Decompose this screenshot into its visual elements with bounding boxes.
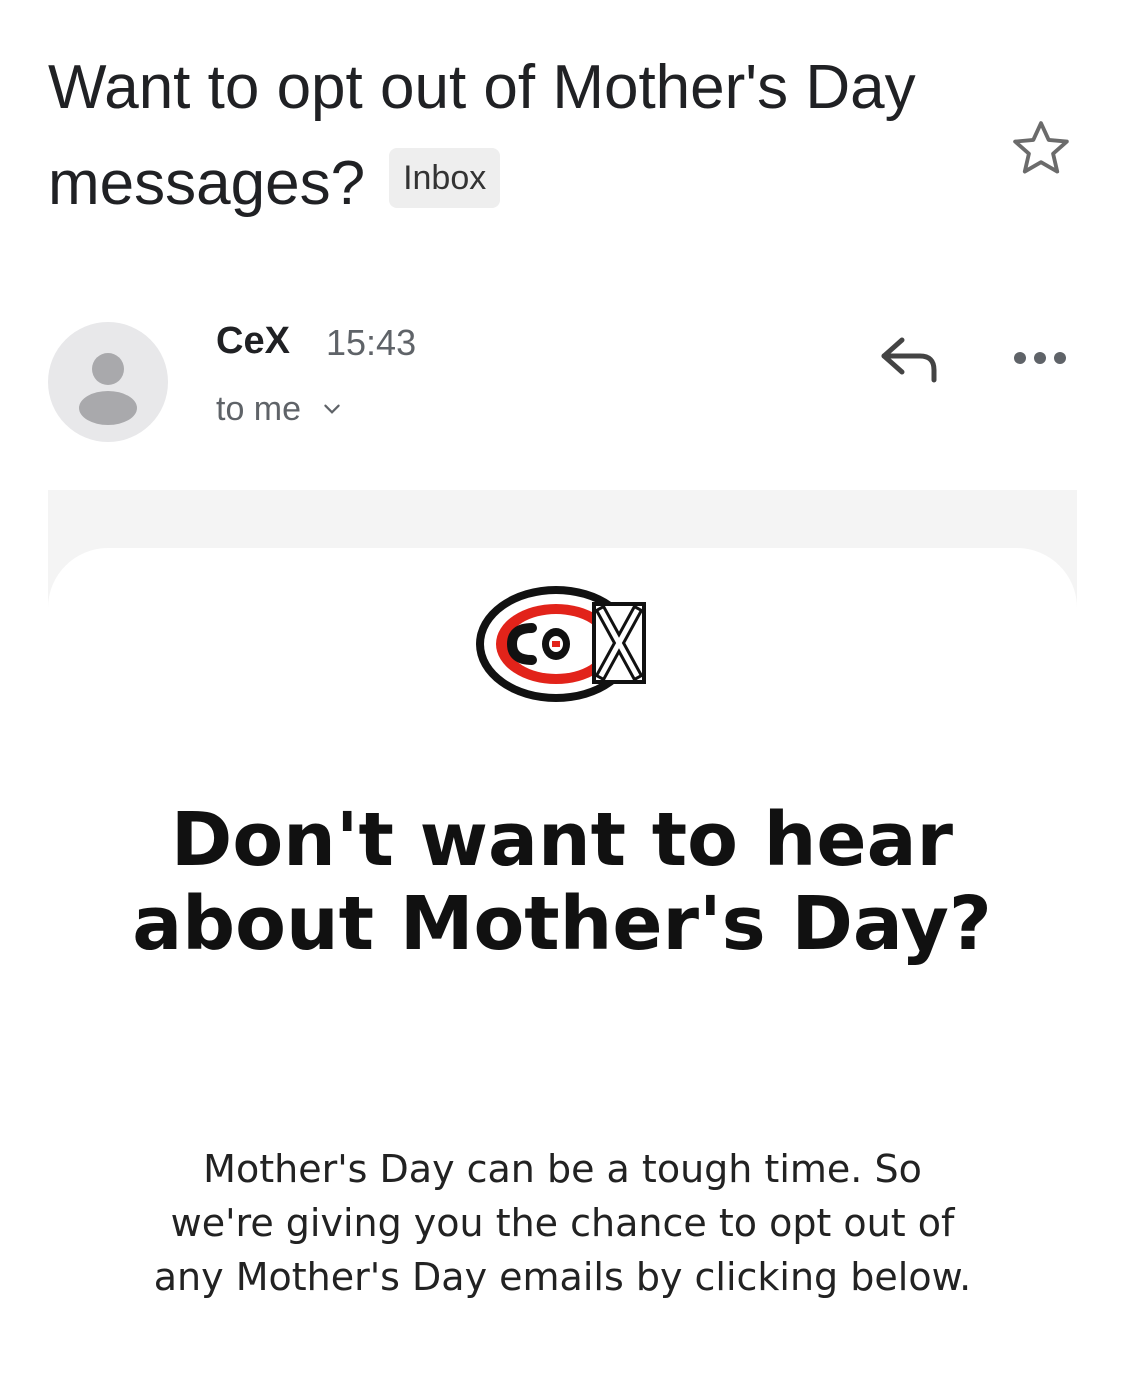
message-time: 15:43 <box>326 322 417 363</box>
recipient-text: to me <box>216 390 302 428</box>
recipient-details-toggle[interactable]: to me <box>216 390 343 429</box>
email-headline: Don't want to hear about Mother's Day? <box>132 797 992 967</box>
cex-logo[interactable] <box>472 578 652 708</box>
sender-avatar[interactable] <box>48 322 168 442</box>
more-options-icon[interactable] <box>1010 340 1070 376</box>
email-view: Want to opt out of Mother's Day messages… <box>0 0 1125 1387</box>
sender-name[interactable]: CeX <box>216 320 290 363</box>
star-icon[interactable] <box>1008 116 1074 182</box>
chevron-down-icon <box>323 404 340 414</box>
email-subject: Want to opt out of Mother's Day messages… <box>48 40 948 232</box>
reply-icon[interactable] <box>874 328 942 388</box>
email-paragraph: Mother's Day can be a tough time. So we'… <box>153 1147 972 1299</box>
inbox-label-chip[interactable]: Inbox <box>389 147 501 208</box>
person-icon <box>79 353 137 425</box>
